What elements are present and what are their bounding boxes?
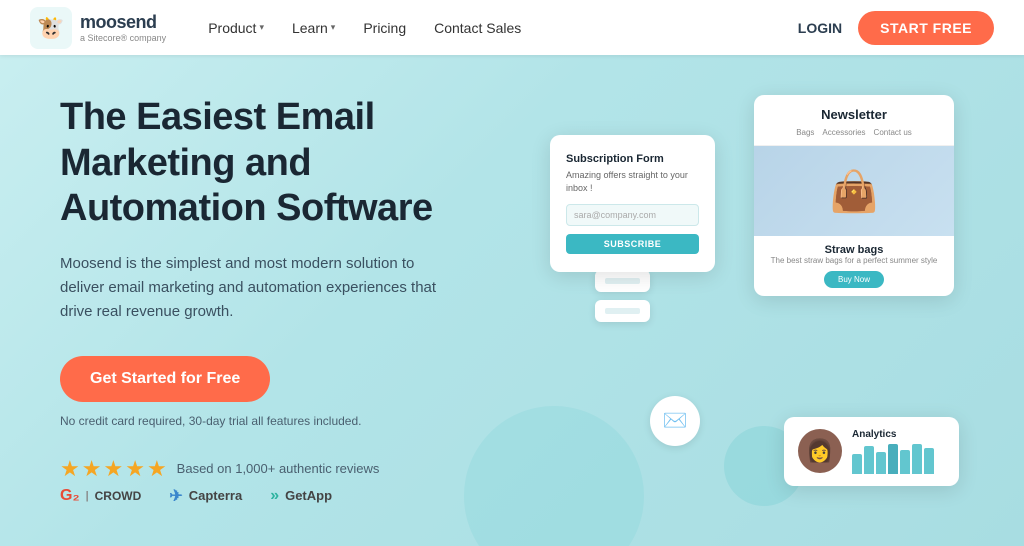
- newsletter-tab-contact: Contact us: [874, 128, 912, 137]
- newsletter-product-image: 👜: [754, 146, 954, 236]
- flow-node-2: [595, 270, 650, 292]
- star-4: ★: [125, 456, 145, 482]
- hero-headline: The Easiest Email Marketing and Automati…: [60, 95, 520, 232]
- get-started-button[interactable]: Get Started for Free: [60, 356, 270, 402]
- analytics-avatar: 👩: [798, 429, 842, 473]
- logo-name: moosend: [80, 12, 166, 33]
- star-1: ★: [60, 456, 80, 482]
- nav-product[interactable]: Product ▾: [196, 14, 276, 42]
- stars-row: ★ ★ ★ ★ ★ Based on 1,000+ authentic revi…: [60, 456, 520, 482]
- analytics-title: Analytics: [852, 429, 945, 440]
- nav-learn[interactable]: Learn ▾: [280, 14, 347, 42]
- nav-contact[interactable]: Contact Sales: [422, 14, 533, 42]
- login-button[interactable]: LOGIN: [798, 20, 842, 36]
- analytics-card: 👩 Analytics: [784, 417, 959, 486]
- bar-7: [924, 448, 934, 474]
- newsletter-tab-bags: Bags: [796, 128, 814, 137]
- bar-3: [876, 452, 886, 474]
- newsletter-tab-accessories: Accessories: [822, 128, 865, 137]
- hero-section: The Easiest Email Marketing and Automati…: [0, 55, 1024, 546]
- logo-icon: 🐮: [30, 7, 72, 49]
- product-desc: The best straw bags for a perfect summer…: [766, 256, 942, 265]
- logo-text: moosend a Sitecore® company: [80, 12, 166, 43]
- bar-6: [912, 444, 922, 474]
- capterra-icon: ✈: [169, 486, 182, 506]
- social-proof: G₂ | CROWD ✈ Capterra » GetApp: [60, 486, 520, 506]
- newsletter-body: Straw bags The best straw bags for a per…: [754, 236, 954, 296]
- chevron-down-icon: ▾: [259, 22, 264, 33]
- email-flow-node: ✉️: [650, 396, 700, 446]
- analytics-bars: [852, 444, 945, 474]
- hero-subtext: Moosend is the simplest and most modern …: [60, 252, 460, 324]
- nav-right: LOGIN START FREE: [798, 11, 994, 45]
- nav-pricing[interactable]: Pricing: [351, 14, 418, 42]
- newsletter-tabs: Bags Accessories Contact us: [766, 128, 942, 137]
- getapp-badge: » GetApp: [270, 487, 332, 505]
- g2-icon: G₂: [60, 487, 80, 505]
- getapp-label: GetApp: [285, 488, 332, 503]
- star-3: ★: [103, 456, 123, 482]
- capterra-badge: ✈ Capterra: [169, 486, 242, 506]
- logo-sub: a Sitecore® company: [80, 33, 166, 43]
- bar-1: [852, 454, 862, 474]
- nav-links: Product ▾ Learn ▾ Pricing Contact Sales: [196, 14, 798, 42]
- bar-4: [888, 444, 898, 474]
- crowd-label: CROWD: [95, 489, 142, 503]
- newsletter-header: Newsletter Bags Accessories Contact us: [754, 95, 954, 146]
- subscribe-button[interactable]: SUBSCRIBE: [566, 234, 699, 254]
- g2-badge: G₂ | CROWD: [60, 487, 141, 505]
- newsletter-card: Newsletter Bags Accessories Contact us 👜…: [754, 95, 954, 296]
- subscription-form-title: Subscription Form: [566, 153, 699, 165]
- logo[interactable]: 🐮 moosend a Sitecore® company: [30, 7, 166, 49]
- product-name: Straw bags: [766, 244, 942, 256]
- bar-5: [900, 450, 910, 474]
- chevron-down-icon: ▾: [331, 22, 336, 33]
- analytics-content: Analytics: [852, 429, 945, 474]
- reviews-text: Based on 1,000+ authentic reviews: [177, 461, 380, 476]
- star-2: ★: [82, 456, 102, 482]
- navigation: 🐮 moosend a Sitecore® company Product ▾ …: [0, 0, 1024, 55]
- subscription-form-card: Subscription Form Amazing offers straigh…: [550, 135, 715, 272]
- newsletter-title: Newsletter: [766, 107, 942, 122]
- buy-now-button[interactable]: Buy Now: [824, 271, 884, 288]
- subscription-email-input: sara@company.com: [566, 204, 699, 226]
- hero-content: The Easiest Email Marketing and Automati…: [60, 55, 520, 546]
- subscription-form-desc: Amazing offers straight to your inbox !: [566, 169, 699, 194]
- bar-2: [864, 446, 874, 474]
- g2-separator: |: [86, 490, 89, 502]
- capterra-label: Capterra: [189, 488, 242, 503]
- star-5: ★: [147, 456, 167, 482]
- getapp-icon: »: [270, 487, 279, 505]
- flow-node-3: [595, 300, 650, 322]
- start-free-button[interactable]: START FREE: [858, 11, 994, 45]
- hero-note: No credit card required, 30-day trial al…: [60, 414, 520, 428]
